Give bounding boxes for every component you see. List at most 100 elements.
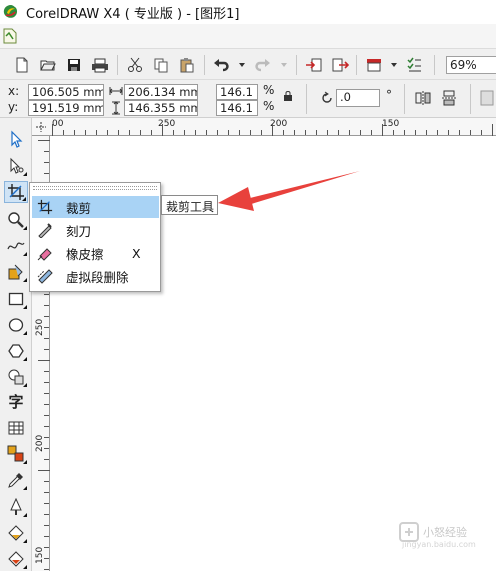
fill-tool[interactable]	[4, 522, 28, 544]
height-icon	[112, 101, 120, 115]
ruler-tick	[44, 569, 49, 570]
ruler-tick	[44, 503, 49, 504]
ruler-tick	[38, 360, 50, 361]
annotation-arrow	[218, 171, 360, 211]
ruler-tick	[44, 316, 49, 317]
cut-icon[interactable]	[125, 55, 145, 75]
horizontal-ruler[interactable]: 00 250 200 150	[48, 118, 496, 136]
lock-ratio-icon[interactable]	[283, 90, 293, 102]
ruler-tick	[272, 124, 273, 136]
ruler-tick	[44, 525, 49, 526]
toolbox: 字	[0, 118, 32, 571]
document-icon[interactable]	[3, 28, 17, 44]
ruler-tick	[327, 130, 328, 135]
object-width-field[interactable]: 206.134 mm	[124, 84, 198, 100]
y-position-field[interactable]: 191.519 mm	[28, 100, 104, 116]
document-bar	[0, 24, 496, 48]
copy-icon[interactable]	[151, 55, 171, 75]
watermark-text: 小怒经验	[423, 526, 467, 539]
ruler-tick	[44, 173, 49, 174]
ruler-tick	[228, 130, 229, 135]
rectangle-tool[interactable]	[4, 288, 28, 310]
redo-dropdown-icon[interactable]	[274, 55, 294, 75]
ruler-tick	[261, 130, 262, 135]
basic-shapes-tool[interactable]	[4, 366, 28, 388]
ruler-tick	[44, 338, 49, 339]
paste-icon[interactable]	[177, 55, 197, 75]
virtual-segment-delete-icon	[34, 266, 56, 286]
ruler-tick	[492, 124, 493, 136]
text-tool[interactable]: 字	[4, 390, 28, 412]
ruler-tick	[44, 371, 49, 372]
ruler-tick	[118, 130, 119, 135]
flyout-item-shortcut: X	[132, 245, 141, 261]
ellipse-tool[interactable]	[4, 314, 28, 336]
scale-y-field[interactable]: 146.1	[216, 100, 258, 116]
crop-tool[interactable]	[4, 181, 28, 203]
redo-icon[interactable]	[252, 55, 272, 75]
options-icon[interactable]	[404, 55, 424, 75]
outline-tool[interactable]	[4, 496, 28, 518]
smart-fill-tool[interactable]	[4, 261, 28, 283]
export-icon[interactable]	[330, 55, 350, 75]
object-height-field[interactable]: 146.355 mm	[124, 100, 198, 116]
crop-tool-flyout: 裁剪 刻刀 橡皮擦 X 虚拟段删除	[29, 182, 161, 292]
eyedropper-tool[interactable]	[4, 469, 28, 491]
ruler-tick	[173, 130, 174, 135]
ruler-tick	[481, 130, 482, 135]
ruler-tick	[44, 349, 49, 350]
ruler-tick	[283, 130, 284, 135]
flyout-item-eraser[interactable]: 橡皮擦 X	[32, 242, 159, 264]
ruler-tick	[250, 130, 251, 135]
ruler-tick	[448, 130, 449, 135]
save-icon[interactable]	[64, 55, 84, 75]
flyout-item-crop[interactable]: 裁剪	[32, 196, 159, 218]
flyout-grip[interactable]	[33, 186, 157, 190]
new-document-icon[interactable]	[12, 55, 32, 75]
open-icon[interactable]	[38, 55, 58, 75]
table-tool[interactable]	[4, 417, 28, 439]
x-position-field[interactable]: 106.505 mm	[28, 84, 104, 100]
ruler-tick	[44, 327, 49, 328]
ruler-tick	[129, 130, 130, 135]
freehand-tool[interactable]	[4, 235, 28, 257]
shape-tool[interactable]	[4, 155, 28, 177]
zoom-level-input[interactable]: 69%	[446, 56, 496, 74]
print-icon[interactable]	[90, 55, 110, 75]
ruler-tick	[44, 481, 49, 482]
ruler-tick	[338, 130, 339, 135]
flyout-item-virtual-segment-delete[interactable]: 虚拟段删除	[32, 265, 159, 287]
width-icon	[109, 87, 123, 95]
undo-icon[interactable]	[212, 55, 232, 75]
ruler-tick	[44, 514, 49, 515]
ruler-tick	[371, 130, 372, 135]
zoom-tool[interactable]	[4, 209, 28, 231]
interactive-blend-tool[interactable]	[4, 443, 28, 465]
ruler-tick	[44, 448, 49, 449]
pick-tool[interactable]	[4, 128, 28, 150]
rotation-angle-field[interactable]: .0	[336, 89, 380, 107]
ruler-tick	[305, 130, 306, 135]
ruler-tick	[151, 130, 152, 135]
property-bar: x: 106.505 mm y: 191.519 mm 206.134 mm 1…	[0, 80, 496, 118]
ruler-tick	[349, 130, 350, 135]
ruler-tick	[140, 130, 141, 135]
ruler-tick	[44, 426, 49, 427]
ruler-tick	[107, 130, 108, 135]
mirror-horizontal-icon[interactable]	[415, 91, 431, 105]
polygon-tool[interactable]	[4, 340, 28, 362]
ruler-tick	[382, 124, 383, 136]
ruler-tick	[44, 393, 49, 394]
application-launcher-icon[interactable]	[364, 55, 384, 75]
ruler-tick	[85, 130, 86, 135]
mirror-vertical-icon[interactable]	[442, 90, 456, 106]
scale-x-field[interactable]: 146.1	[216, 84, 258, 100]
ruler-tick	[96, 130, 97, 135]
ruler-tick	[44, 437, 49, 438]
flyout-item-knife[interactable]: 刻刀	[32, 219, 159, 241]
interactive-fill-tool[interactable]	[4, 548, 28, 570]
undo-dropdown-icon[interactable]	[232, 55, 252, 75]
import-icon[interactable]	[304, 55, 324, 75]
wrap-text-icon[interactable]	[480, 90, 494, 106]
launcher-dropdown-icon[interactable]	[384, 55, 404, 75]
